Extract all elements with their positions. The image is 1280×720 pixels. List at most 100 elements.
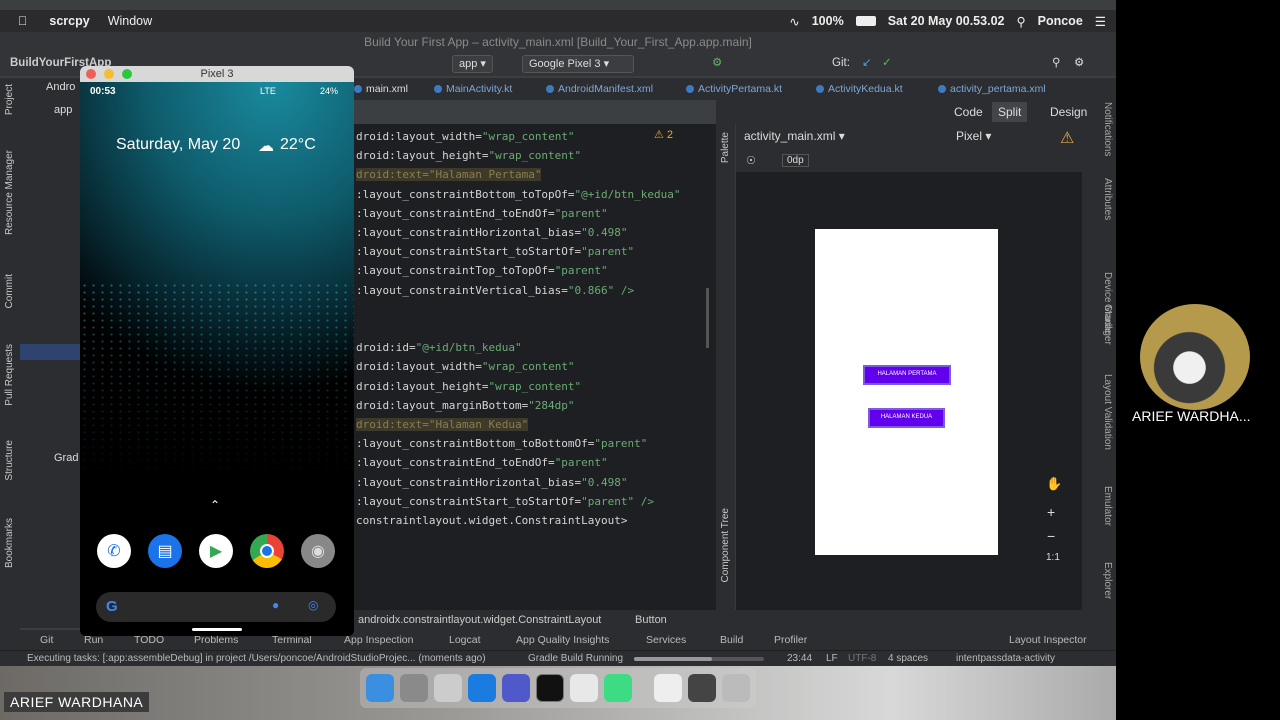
breadcrumb-button[interactable]: Button [635, 610, 667, 630]
menu-app-name[interactable]: scrcpy [49, 14, 89, 28]
preview-btn-pertama[interactable]: HALAMAN PERTAMA [863, 365, 951, 385]
line-separator[interactable]: LF [826, 651, 838, 667]
phone-app-icon[interactable]: ✆ [97, 534, 131, 568]
scrcpy-window[interactable]: Pixel 3 00:53 LTE 24% Saturday, May 20 ☁… [80, 66, 354, 636]
code-line[interactable]: droid:layout_marginBottom="284dp" [356, 399, 575, 412]
panel-commit[interactable]: Commit [4, 274, 15, 308]
bottom-tab-services[interactable]: Services [646, 630, 686, 650]
terminal-icon[interactable] [536, 674, 564, 702]
code-line[interactable]: :layout_constraintTop_toTopOf="parent" [356, 264, 608, 277]
android-studio-icon[interactable] [604, 674, 632, 702]
code-line[interactable]: :layout_constraintStart_toStartOf="paren… [356, 495, 654, 508]
status-message[interactable]: Executing tasks: [:app:assembleDebug] in… [27, 651, 486, 667]
finder-icon[interactable] [366, 674, 394, 702]
battery-percent[interactable]: 100% [812, 14, 844, 28]
minimize-window-button[interactable] [104, 69, 114, 79]
clock[interactable]: Sat 20 May 00.53.02 [888, 14, 1005, 28]
git-commit-icon[interactable]: ✓ [882, 55, 892, 69]
control-center-icon[interactable]: ☰ [1095, 14, 1106, 29]
design-mode-button[interactable]: Design [1050, 105, 1087, 119]
editor-scroll-gutter[interactable] [700, 124, 716, 610]
gesture-bar[interactable] [192, 628, 242, 631]
messages-app-icon[interactable]: ▤ [148, 534, 182, 568]
textedit-icon[interactable] [570, 674, 598, 702]
bottom-tab-app-quality[interactable]: App Quality Insights [516, 630, 609, 650]
code-line[interactable]: droid:id="@+id/btn_kedua" [356, 341, 522, 354]
tab-main-xml[interactable]: main.xml [352, 78, 408, 100]
code-line[interactable]: droid:text="Halaman Pertama" [356, 168, 542, 182]
at-a-glance-date[interactable]: Saturday, May 20 [116, 136, 240, 154]
debug-icon[interactable]: ⚙ [712, 55, 722, 69]
component-tree-tab[interactable]: Component Tree [720, 508, 731, 583]
code-line[interactable]: :layout_constraintBottom_toBottomOf="par… [356, 437, 647, 450]
search-everywhere-icon[interactable]: ⚲ [1052, 55, 1060, 69]
code-line[interactable]: :layout_constraintEnd_toEndOf="parent" [356, 456, 608, 469]
scrcpy-titlebar[interactable]: Pixel 3 [80, 66, 354, 82]
code-line[interactable]: :layout_constraintHorizontal_bias="0.498… [356, 226, 628, 239]
panel-notifications[interactable]: Notifications [1102, 102, 1113, 156]
git-update-icon[interactable]: ↙ [862, 55, 872, 69]
file-encoding[interactable]: UTF-8 [848, 651, 876, 667]
code-line[interactable]: droid:layout_height="wrap_content" [356, 149, 581, 162]
code-line[interactable]: constraintlayout.widget.ConstraintLayout… [356, 514, 628, 527]
tab-activitykedua[interactable]: ActivityKedua.kt [814, 78, 903, 100]
tree-item-gradle[interactable]: Grad [54, 452, 78, 464]
design-file-dropdown[interactable]: activity_main.xml ▾ [744, 129, 845, 143]
breadcrumb-constraintlayout[interactable]: androidx.constraintlayout.widget.Constra… [358, 610, 601, 630]
panel-attributes[interactable]: Attributes [1102, 178, 1113, 220]
chrome-icon[interactable] [250, 534, 284, 568]
tab-activity-pertama-xml[interactable]: activity_pertama.xml [936, 78, 1046, 100]
panel-gradle[interactable]: Gradle [1102, 304, 1113, 334]
tree-item-app[interactable]: app [54, 104, 72, 116]
git-branch[interactable]: intentpassdata-activity [956, 651, 1055, 667]
code-line[interactable]: :layout_constraintEnd_toEndOf="parent" [356, 207, 608, 220]
apple-icon[interactable]:  [18, 14, 27, 28]
panel-layout-validation[interactable]: Layout Validation [1102, 374, 1113, 450]
gradle-status[interactable]: Gradle Build Running [528, 651, 623, 667]
wifi-icon[interactable]: ∿ [789, 14, 799, 29]
lens-icon[interactable]: ◎ [308, 598, 318, 612]
home-wallpaper[interactable]: 00:53 LTE 24% Saturday, May 20 ☁ 22°C ⌃ … [80, 82, 354, 636]
preview-btn-kedua[interactable]: HALAMAN KEDUA [868, 408, 945, 428]
close-window-button[interactable] [86, 69, 96, 79]
search-icon[interactable]: ⚲ [1016, 14, 1025, 29]
code-mode-button[interactable]: Code [954, 105, 983, 119]
code-line[interactable]: :layout_constraintStart_toStartOf="paren… [356, 245, 634, 258]
layout-preview[interactable]: HALAMAN PERTAMA HALAMAN KEDUA [815, 229, 998, 555]
panel-bookmarks[interactable]: Bookmarks [4, 518, 15, 568]
code-line[interactable]: droid:layout_width="wrap_content" [356, 360, 575, 373]
layout-warning-icon[interactable]: ⚠ [1060, 128, 1074, 148]
bottom-tab-layout-inspector[interactable]: Layout Inspector [1009, 630, 1087, 650]
downloads-icon[interactable] [688, 674, 716, 702]
bottom-tab-profiler[interactable]: Profiler [774, 630, 807, 650]
mic-icon[interactable]: ● [272, 598, 279, 612]
design-device-dropdown[interactable]: Pixel ▾ [956, 129, 991, 143]
tab-androidmanifest[interactable]: AndroidManifest.xml [544, 78, 653, 100]
panel-project[interactable]: Project [4, 84, 15, 115]
zoom-out-button[interactable]: − [1047, 528, 1055, 544]
editor-scrollbar[interactable] [706, 288, 709, 348]
tab-mainactivity[interactable]: MainActivity.kt [432, 78, 512, 100]
panel-structure[interactable]: Structure [4, 440, 15, 481]
safari-icon[interactable] [468, 674, 496, 702]
eye-icon[interactable]: ☉ [746, 154, 756, 167]
bottom-tab-logcat[interactable]: Logcat [449, 630, 481, 650]
zoom-window-button[interactable] [122, 69, 132, 79]
tab-activitypertama[interactable]: ActivityPertama.kt [684, 78, 782, 100]
panel-emulator[interactable]: Emulator [1102, 486, 1113, 526]
warning-indicator[interactable]: ⚠ 2 [654, 128, 673, 141]
code-line[interactable]: :layout_constraintHorizontal_bias="0.498… [356, 476, 628, 489]
teams-icon[interactable] [502, 674, 530, 702]
project-view-label[interactable]: Andro [46, 81, 75, 93]
preview-icon[interactable] [434, 674, 462, 702]
app-drawer-handle[interactable]: ⌃ [210, 498, 220, 512]
pan-icon[interactable]: ✋ [1046, 476, 1062, 492]
run-config-dropdown[interactable]: app ▾ [452, 55, 493, 73]
menu-window[interactable]: Window [108, 14, 152, 28]
zoom-actual-button[interactable]: 1:1 [1046, 552, 1060, 563]
play-store-icon[interactable]: ▶ [199, 534, 233, 568]
weather-temp[interactable]: 22°C [280, 136, 316, 154]
panel-pull-requests[interactable]: Pull Requests [4, 344, 15, 406]
settings-icon[interactable]: ⚙ [1074, 55, 1084, 69]
user-name[interactable]: Poncoe [1038, 14, 1083, 28]
